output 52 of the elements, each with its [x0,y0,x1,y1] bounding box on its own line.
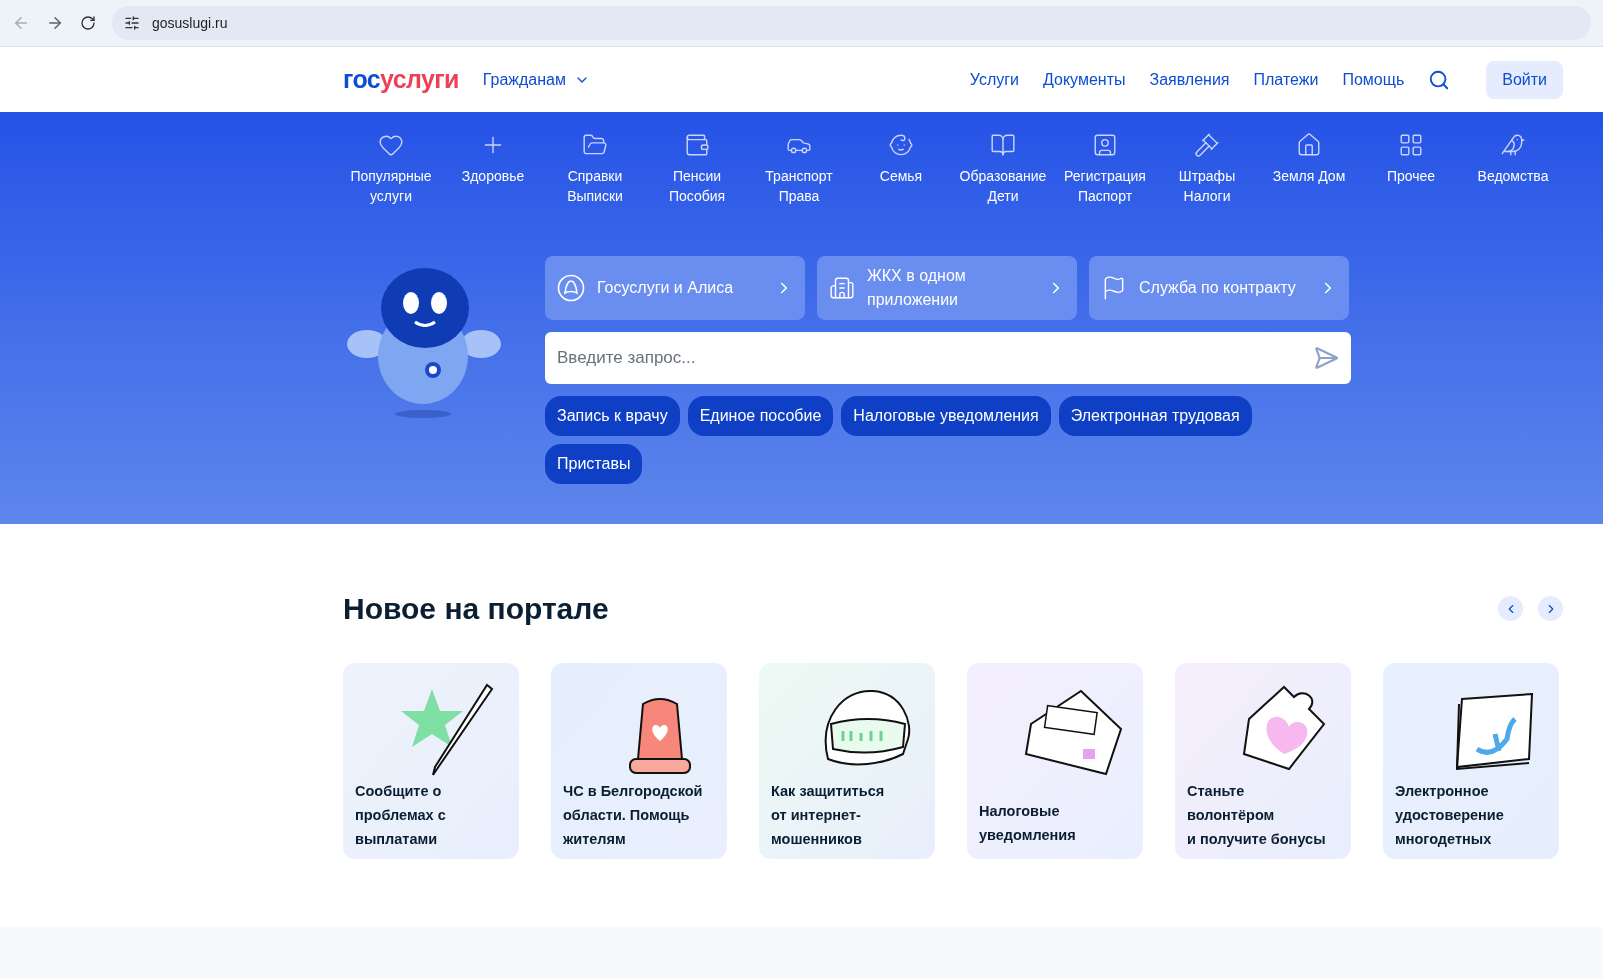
news-card[interactable]: Сообщите о проблемах с выплатами [343,663,519,859]
url-text: gosuslugi.ru [152,13,228,33]
quick-link-chip[interactable]: Приставы [545,444,643,484]
section-title: Новое на портале [343,591,610,627]
search-field[interactable]: Введите запрос... [545,332,1351,384]
category-icon [990,132,1016,158]
category-link[interactable]: Земля Дом [1258,132,1360,206]
audience-dropdown[interactable]: Гражданам [482,67,590,92]
news-card[interactable]: Как защититься от интернет- мошенников [759,663,935,859]
nav-link[interactable]: Помощь [1342,67,1405,92]
category-link[interactable]: Здоровье [442,132,544,206]
category-link[interactable]: Прочее [1360,132,1462,206]
login-button[interactable]: Войти [1486,60,1563,99]
category-icon [1500,132,1526,158]
send-icon[interactable] [1313,345,1339,371]
next-button[interactable] [1538,596,1563,621]
quick-link-chip[interactable]: Единое пособие [687,396,834,436]
category-link[interactable]: Пенсии Пособия [646,132,748,206]
category-link[interactable]: Справки Выписки [544,132,646,206]
category-link[interactable]: Образование Дети [952,132,1054,206]
category-icon [1296,132,1322,158]
quick-link-chip[interactable]: Запись к врачу [545,396,680,436]
category-link[interactable]: Популярные услуги [340,132,442,206]
category-icon [684,132,710,158]
nav-link[interactable]: Заявления [1149,67,1230,92]
quick-link-chip[interactable]: Налоговые уведомления [841,396,1051,436]
reload-icon[interactable] [80,15,96,31]
news-card[interactable]: Станьте волонтёром и получите бонусы [1175,663,1351,859]
news-card[interactable]: Электронное удостоверение многодетных [1383,663,1559,859]
previous-button[interactable] [1498,596,1523,621]
nav-link[interactable]: Платежи [1253,67,1319,92]
search-icon[interactable] [1428,68,1451,91]
category-link[interactable]: Ведомства [1462,132,1564,206]
site-logo[interactable]: госуслуги [343,60,459,99]
forward-icon[interactable] [46,14,64,32]
nav-link[interactable]: Услуги [969,67,1019,92]
category-link[interactable]: Семья [850,132,952,206]
category-icon [1398,132,1424,158]
category-link[interactable]: Штрафы Налоги [1156,132,1258,206]
ring-logo-icon [557,274,585,302]
nav-link[interactable]: Документы [1043,67,1126,92]
category-link[interactable]: Транспорт Права [748,132,850,206]
news-card[interactable]: Налоговые уведомления [967,663,1143,859]
building-icon [829,275,855,301]
address-bar[interactable]: gosuslugi.ru [112,6,1591,40]
category-icon [888,132,914,158]
quick-link-chip[interactable]: Электронная трудовая [1058,396,1252,436]
category-link[interactable]: Регистрация Паспорт [1054,132,1156,206]
news-card[interactable]: ЧС в Белгородской области. Помощь жителям [551,663,727,859]
category-icon [1194,132,1220,158]
site-settings-icon[interactable] [124,15,140,31]
category-icon [1092,132,1118,158]
